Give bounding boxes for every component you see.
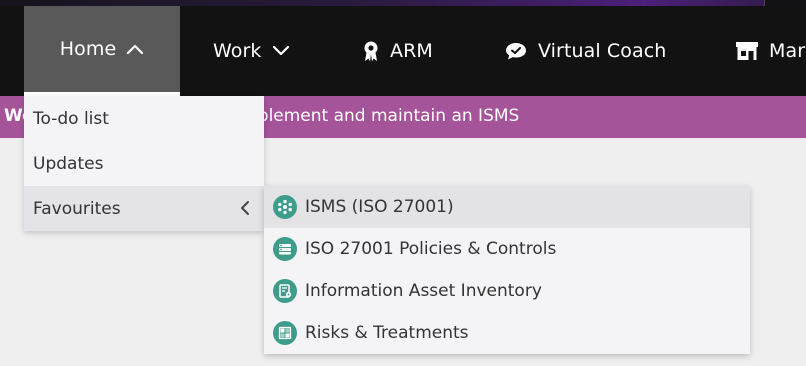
favourite-item-policies-controls[interactable]: ISO 27001 Policies & Controls (264, 228, 750, 270)
nav-home[interactable]: Home (24, 6, 180, 96)
menu-item-label: Favourites (33, 198, 121, 219)
favourite-item-label: ISO 27001 Policies & Controls (305, 239, 557, 259)
chevron-down-icon (272, 45, 290, 57)
nav-marketplace[interactable]: Mar (735, 6, 805, 96)
menu-item-favourites[interactable]: Favourites (24, 186, 264, 231)
banner-text: nplement and maintain an ISMS (247, 106, 520, 126)
menu-item-label: To-do list (33, 108, 109, 129)
menu-item-todo-list[interactable]: To-do list (24, 96, 264, 141)
favourite-item-isms[interactable]: ISMS (ISO 27001) (264, 186, 750, 228)
nav-arm-label: ARM (390, 40, 433, 62)
isms-icon (273, 195, 297, 219)
favourite-item-label: Information Asset Inventory (305, 281, 542, 301)
nav-marketplace-label: Mar (769, 40, 806, 62)
chat-bubble-icon (504, 41, 528, 61)
nav-arm[interactable]: ARM (362, 6, 433, 96)
nav-virtual-coach[interactable]: Virtual Coach (504, 6, 666, 96)
store-icon (735, 41, 759, 61)
asset-inventory-icon (273, 279, 297, 303)
nav-work-label: Work (213, 40, 262, 62)
chevron-up-icon (126, 43, 144, 55)
favourite-item-label: Risks & Treatments (305, 323, 469, 343)
favourite-item-asset-inventory[interactable]: Information Asset Inventory (264, 270, 750, 312)
chevron-left-icon (240, 200, 250, 221)
risks-icon (273, 321, 297, 345)
home-dropdown-menu: To-do list Updates Favourites (24, 96, 264, 231)
nav-home-label: Home (59, 38, 117, 60)
favourites-submenu: ISMS (ISO 27001) ISO 27001 Policies & Co… (264, 186, 750, 354)
policies-icon (273, 237, 297, 261)
favourite-item-label: ISMS (ISO 27001) (305, 197, 454, 217)
award-ribbon-icon (362, 40, 380, 62)
nav-work[interactable]: Work (213, 6, 290, 96)
main-navbar: Home Work ARM Virtual Coach Mar (0, 6, 806, 96)
favourite-item-risks-treatments[interactable]: Risks & Treatments (264, 312, 750, 354)
nav-virtual-coach-label: Virtual Coach (538, 40, 667, 62)
menu-item-label: Updates (33, 153, 104, 174)
menu-item-updates[interactable]: Updates (24, 141, 264, 186)
